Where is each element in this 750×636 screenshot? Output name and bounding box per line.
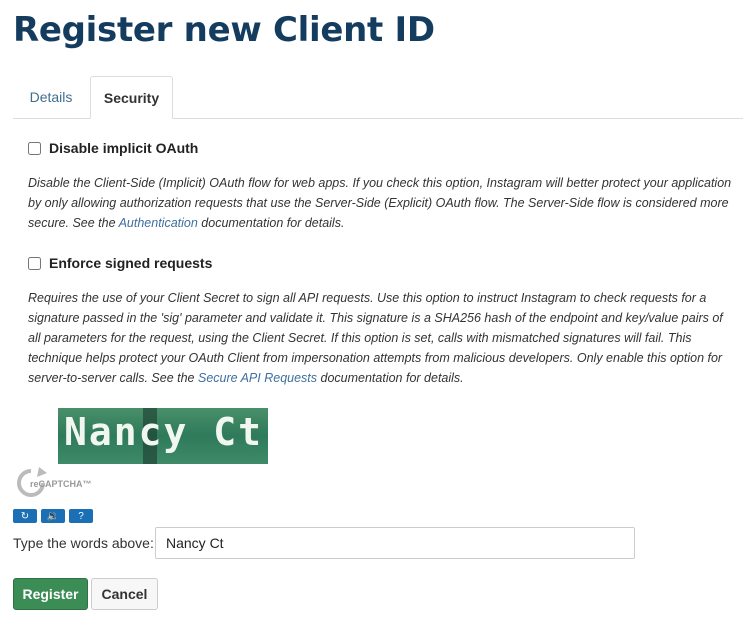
authentication-link[interactable]: Authentication: [119, 216, 198, 230]
page-title: Register new Client ID: [13, 10, 435, 50]
disable-implicit-oauth-label: Disable implicit OAuth: [49, 140, 199, 156]
register-button[interactable]: Register: [13, 578, 88, 610]
disable-implicit-oauth-option: Disable implicit OAuth: [28, 140, 198, 156]
disable-implicit-oauth-checkbox[interactable]: [28, 141, 41, 155]
audio-captcha-icon[interactable]: 🔉: [41, 509, 65, 523]
tab-security[interactable]: Security: [90, 76, 173, 119]
captcha-controls: ↻ 🔉 ?: [13, 509, 93, 523]
description-text: documentation for details.: [317, 371, 464, 385]
recaptcha-logo-text: reCAPTCHA™: [30, 479, 92, 489]
captcha-response-input[interactable]: [155, 527, 635, 559]
refresh-captcha-icon[interactable]: ↻: [13, 509, 37, 523]
captcha-prompt-label: Type the words above:: [13, 535, 154, 551]
recaptcha-arrowhead-icon: [37, 467, 47, 477]
recaptcha-logo: reCAPTCHA™: [17, 467, 92, 497]
tab-details[interactable]: Details: [13, 76, 89, 118]
captcha-image-text: Nancy Ct: [64, 410, 264, 454]
enforce-signed-requests-description: Requires the use of your Client Secret t…: [28, 288, 738, 388]
enforce-signed-requests-option: Enforce signed requests: [28, 255, 212, 271]
description-text: documentation for details.: [197, 216, 345, 230]
tab-bar: Details Security: [13, 76, 743, 119]
secure-api-requests-link[interactable]: Secure API Requests: [198, 371, 317, 385]
disable-implicit-oauth-description: Disable the Client-Side (Implicit) OAuth…: [28, 173, 738, 233]
enforce-signed-requests-label: Enforce signed requests: [49, 255, 213, 271]
captcha-image: Nancy Ct: [58, 408, 268, 464]
cancel-button[interactable]: Cancel: [91, 578, 158, 610]
enforce-signed-requests-checkbox[interactable]: [28, 256, 41, 270]
help-captcha-icon[interactable]: ?: [69, 509, 93, 523]
